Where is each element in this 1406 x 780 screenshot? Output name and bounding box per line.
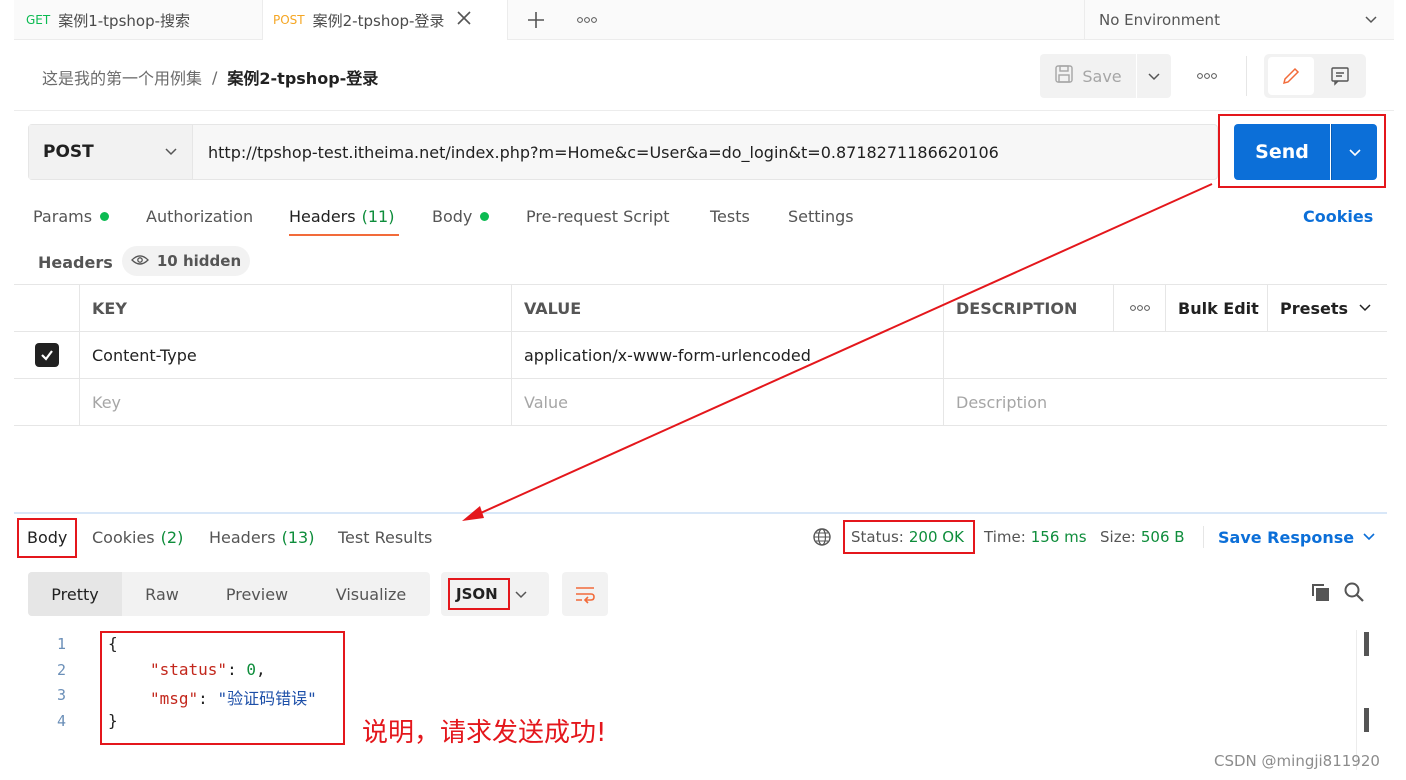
annotation-arrow: [462, 183, 1213, 521]
